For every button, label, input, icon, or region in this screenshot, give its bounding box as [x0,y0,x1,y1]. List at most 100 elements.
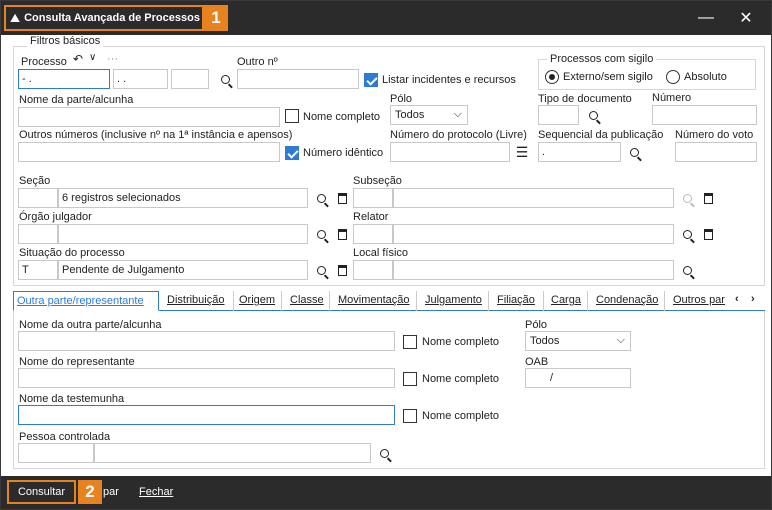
secao-label: Seção [19,175,51,187]
orgao-code-input[interactable] [18,224,58,244]
representante-label: Nome do representante [19,356,135,368]
representante-input[interactable] [18,368,395,388]
search-icon[interactable] [217,71,233,87]
numero-identico-checkbox[interactable] [285,146,299,160]
polo-select[interactable]: Todos ⌵ [390,105,468,125]
tab-filiacao[interactable]: Filiação [494,291,544,311]
clipboard-icon[interactable] [700,190,716,206]
orgao-input[interactable] [58,224,308,244]
title-highlight: ⛰ Consulta Avançada de Processos [4,5,204,31]
chevron-left-icon[interactable]: ‹ [735,293,739,305]
search-icon[interactable] [585,107,601,123]
situacao-code-input[interactable]: T [18,260,58,280]
representante-nome-completo-checkbox[interactable] [403,372,417,386]
numero-voto-input[interactable] [675,142,757,162]
tipo-documento-label: Tipo de documento [538,93,632,105]
chevron-down-icon: ⌵ [453,108,462,120]
situacao-input[interactable]: Pendente de Julgamento [58,260,308,280]
tab-carga[interactable]: Carga [548,291,588,311]
consultar-button[interactable]: Consultar [7,480,76,504]
polo-select-value: Todos [395,109,425,121]
processo-segment-3[interactable] [171,69,209,89]
clipboard-icon[interactable] [334,226,350,242]
outra-parte-input[interactable] [18,331,395,351]
nome-completo-checkbox[interactable] [285,109,299,123]
local-fisico-label: Local físico [353,247,409,259]
tab-outros-parametros[interactable]: Outros par [670,291,732,311]
relator-input[interactable] [393,224,674,244]
secao-code-input[interactable] [18,188,58,208]
local-fisico-input[interactable] [393,260,674,280]
filtros-basicos-title: Filtros básicos [27,35,104,47]
tipo-documento-input[interactable] [538,105,579,125]
testemunha-input[interactable] [18,405,395,425]
absoluto-radio[interactable] [666,70,680,84]
nome-parte-input[interactable] [18,107,280,127]
more-icon[interactable]: ··· [107,53,118,65]
search-icon[interactable] [679,226,695,242]
local-fisico-code-input[interactable] [353,260,393,280]
search-icon[interactable] [313,262,329,278]
clipboard-icon[interactable] [334,190,350,206]
numero-protocolo-input[interactable] [390,142,510,162]
tab-distribuicao[interactable]: Distribuição [164,291,234,311]
close-button[interactable]: ✕ [731,5,761,31]
fechar-button[interactable]: Fechar [139,480,173,504]
subsecao-input[interactable] [393,188,674,208]
tab-classe[interactable]: Classe [287,291,330,311]
tab-bar: Outra parte/representante Distribuição O… [13,291,765,311]
listar-incidentes-checkbox[interactable] [364,73,378,87]
sigilo-title: Processos com sigilo [547,53,657,65]
relator-code-input[interactable] [353,224,393,244]
tab-julgamento[interactable]: Julgamento [422,291,489,311]
secao-input[interactable]: 6 registros selecionados [58,188,308,208]
pessoa-controlada-code-input[interactable] [18,443,94,463]
consultar-label: Consultar [17,486,66,498]
sequencial-input[interactable]: . [538,142,621,162]
outra-parte-nome-completo-checkbox[interactable] [403,335,417,349]
outros-numeros-input[interactable] [18,142,280,162]
chevron-down-icon[interactable]: ∨ [89,52,96,63]
sequencial-label: Sequencial da publicação [538,129,664,141]
search-icon[interactable] [313,190,329,206]
oab-input[interactable]: / [525,368,631,388]
tab-movimentacao[interactable]: Movimentação [335,291,417,311]
processo-label: Processo [21,56,67,68]
outra-parte-nome-completo-label: Nome completo [422,336,500,348]
outra-parte-label: Nome da outra parte/alcunha [19,319,162,331]
externo-radio[interactable] [545,70,559,84]
list-icon[interactable]: ☰ [514,144,530,160]
numero-protocolo-label: Número do protocolo (Livre) [390,129,527,141]
testemunha-nome-completo-checkbox[interactable] [403,409,417,423]
search-icon[interactable] [626,144,642,160]
nome-parte-label: Nome da parte/alcunha [19,94,134,106]
tab-origem[interactable]: Origem [236,291,282,311]
tab-polo-select[interactable]: Todos ⌵ [525,331,631,351]
search-icon[interactable] [679,262,695,278]
tab-polo-value: Todos [530,335,560,347]
undo-icon[interactable]: ↶ [73,52,83,66]
title-bar: ⛰ Consulta Avançada de Processos 1 — ✕ [1,1,771,35]
numero-input[interactable] [652,105,757,125]
polo-label: Pólo [390,93,413,105]
tab-condenacao[interactable]: Condenação [593,291,665,311]
app-logo-icon: ⛰ [10,10,21,25]
outro-numero-input[interactable] [237,69,359,89]
listar-incidentes-label: Listar incidentes e recursos [382,74,516,86]
processo-segment-2[interactable]: . . [113,69,168,89]
footer-bar: Consultar 2 par Fechar [1,476,771,509]
tab-outra-parte[interactable]: Outra parte/representante [13,291,159,311]
search-icon[interactable] [313,226,329,242]
subsecao-code-input[interactable] [353,188,393,208]
chevron-right-icon[interactable]: › [751,293,755,305]
clipboard-icon[interactable] [334,262,350,278]
clipboard-icon[interactable] [700,226,716,242]
processo-input[interactable]: - . [18,69,110,89]
limpar-button[interactable]: par [103,480,119,504]
search-icon[interactable] [679,190,695,206]
search-icon[interactable] [376,445,392,461]
oab-label: OAB [525,356,549,368]
pessoa-controlada-input[interactable] [94,443,371,463]
minimize-button[interactable]: — [691,5,721,31]
relator-label: Relator [353,211,389,223]
